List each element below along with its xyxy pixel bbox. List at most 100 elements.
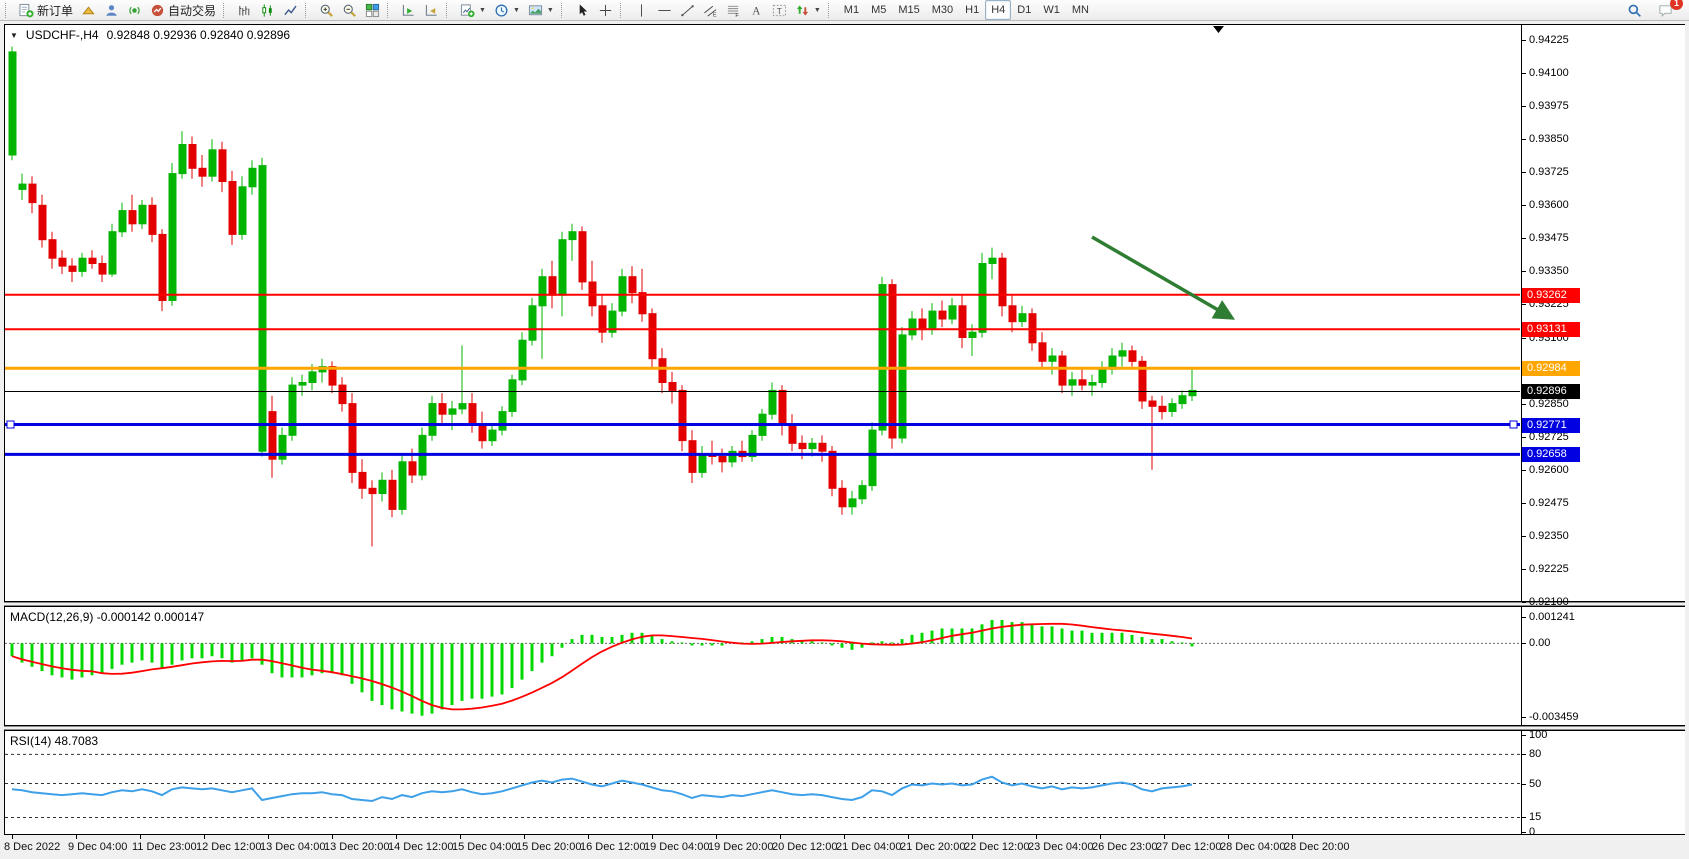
timeframe-m15[interactable]: M15	[892, 0, 925, 20]
zoom-in-icon	[319, 3, 334, 18]
new-chart-icon	[460, 3, 475, 18]
toolbar-button-vline[interactable]	[630, 0, 653, 20]
price-badge-resistance: 0.93131	[1522, 322, 1580, 337]
time-label: 13 Dec 04:00	[260, 841, 325, 853]
price-tick-label: 0.93600	[1529, 199, 1569, 212]
toolbar-button-autotrade[interactable]: 自动交易	[146, 0, 220, 20]
timeframe-mn[interactable]: MN	[1066, 0, 1095, 20]
time-tick-mark	[1164, 835, 1165, 839]
time-tick-mark	[1036, 835, 1037, 839]
timeframe-m30[interactable]: M30	[926, 0, 959, 20]
price-tick-label: 0.93850	[1529, 133, 1569, 146]
toolbar-button-candle-chart[interactable]	[256, 0, 279, 20]
toolbar-button-fibonacci[interactable]: F	[722, 0, 745, 20]
chevron-down-icon: ▼	[547, 7, 554, 14]
timeframe-m1[interactable]: M1	[838, 0, 865, 20]
toolbar-gripper	[561, 3, 567, 18]
button-label: M15	[898, 4, 919, 16]
rsi-tick-mark	[1522, 817, 1526, 818]
toolbar-button-line-chart[interactable]	[279, 0, 302, 20]
toolbar-gripper	[446, 3, 452, 18]
toolbar-button-chart-shift[interactable]	[420, 0, 443, 20]
cursor-icon	[575, 3, 590, 18]
toolbar-button-hline[interactable]	[653, 0, 676, 20]
timeframe-w1[interactable]: W1	[1037, 0, 1066, 20]
toolbar-button-text[interactable]: A	[745, 0, 768, 20]
toolbar-button-cursor[interactable]	[571, 0, 594, 20]
toolbar-button-new-order[interactable]: 新订单	[15, 0, 77, 20]
macd-canvas[interactable]	[5, 607, 1520, 725]
mt4-window: 新订单自动交易▼▼▼EFAT▼M1M5M15M30H1H4D1W1MN1 ▼ U…	[0, 0, 1689, 859]
toolbar-button-period[interactable]: ▼	[490, 0, 524, 20]
toolbar-button-search[interactable]	[1623, 0, 1646, 20]
toolbar-button-auto-scroll[interactable]	[397, 0, 420, 20]
time-label: 13 Dec 20:00	[324, 841, 389, 853]
price-tick-mark	[1522, 172, 1526, 173]
toolbar-button-new-chart[interactable]: ▼	[456, 0, 490, 20]
time-tick-mark	[460, 835, 461, 839]
time-label: 19 Dec 04:00	[644, 841, 709, 853]
hline-icon	[657, 3, 672, 18]
time-label: 26 Dec 23:00	[1092, 841, 1157, 853]
toolbar-button-trendline[interactable]	[676, 0, 699, 20]
price-tick-mark	[1522, 437, 1526, 438]
chart-symbol-period: USDCHF-,H4	[26, 28, 99, 42]
main-chart-plot[interactable]: ▼ USDCHF-,H4 0.92848 0.92936 0.92840 0.9…	[4, 24, 1521, 602]
price-tick-mark	[1522, 271, 1526, 272]
template-icon	[528, 3, 543, 18]
rsi-canvas[interactable]	[5, 731, 1520, 834]
price-badge-pivot: 0.92984	[1522, 361, 1580, 376]
timeframe-m5[interactable]: M5	[865, 0, 892, 20]
time-tick-mark	[908, 835, 909, 839]
toolbar-button-zoom-out[interactable]	[338, 0, 361, 20]
toolbar-button-shapes[interactable]: ▼	[791, 0, 825, 20]
toolbar-button-label[interactable]: T	[768, 0, 791, 20]
toolbar-button-chat[interactable]: 1	[1654, 0, 1677, 20]
toolbar-button-channel[interactable]: E	[699, 0, 722, 20]
zoom-out-icon	[342, 3, 357, 18]
text-icon: A	[749, 3, 764, 18]
time-label: 27 Dec 12:00	[1156, 841, 1221, 853]
rsi-tick-label: 80	[1529, 748, 1541, 761]
time-tick-mark	[332, 835, 333, 839]
collapse-triangle-icon[interactable]: ▼	[10, 31, 18, 40]
candle-chart-icon	[260, 3, 275, 18]
time-label: 28 Dec 04:00	[1220, 841, 1285, 853]
button-label: H4	[991, 4, 1005, 16]
time-tick-mark	[76, 835, 77, 839]
price-tick-label: 0.92600	[1529, 464, 1569, 477]
toolbar-button-crosshair[interactable]	[594, 0, 617, 20]
toolbar-button-deposit[interactable]	[77, 0, 100, 20]
time-label: 20 Dec 12:00	[772, 841, 837, 853]
trend-arrow-annotation	[1092, 237, 1232, 318]
toolbar-button-signal[interactable]	[123, 0, 146, 20]
rsi-tick-mark	[1522, 735, 1526, 736]
toolbar-button-bar-chart[interactable]	[233, 0, 256, 20]
timeframe-h1[interactable]: H1	[959, 0, 985, 20]
time-tick-mark	[140, 835, 141, 839]
macd-label: MACD(12,26,9) -0.000142 0.000147	[10, 610, 204, 624]
line-chart-icon	[283, 3, 298, 18]
price-tick-mark	[1522, 536, 1526, 537]
candlestick-canvas[interactable]	[5, 25, 1520, 601]
time-label: 15 Dec 04:00	[452, 841, 517, 853]
macd-tick-mark	[1522, 617, 1526, 618]
price-tick-mark	[1522, 470, 1526, 471]
time-tick-mark	[1228, 835, 1229, 839]
toolbar-button-tile-windows[interactable]	[361, 0, 384, 20]
timeframe-h4[interactable]: H4	[985, 0, 1011, 20]
button-label: 新订单	[37, 2, 73, 19]
price-tick-mark	[1522, 238, 1526, 239]
toolbar-button-zoom-in[interactable]	[315, 0, 338, 20]
chevron-down-icon: ▼	[513, 7, 520, 14]
rsi-plot[interactable]: RSI(14) 48.7083	[4, 730, 1521, 835]
trendline-icon	[680, 3, 695, 18]
time-label: 11 Dec 23:00	[132, 841, 197, 853]
toolbar-button-profile[interactable]	[100, 0, 123, 20]
vline-icon	[634, 3, 649, 18]
toolbar-button-template[interactable]: ▼	[524, 0, 558, 20]
time-tick-mark	[780, 835, 781, 839]
macd-plot[interactable]: MACD(12,26,9) -0.000142 0.000147	[4, 606, 1521, 726]
time-tick-mark	[524, 835, 525, 839]
timeframe-d1[interactable]: D1	[1011, 0, 1037, 20]
